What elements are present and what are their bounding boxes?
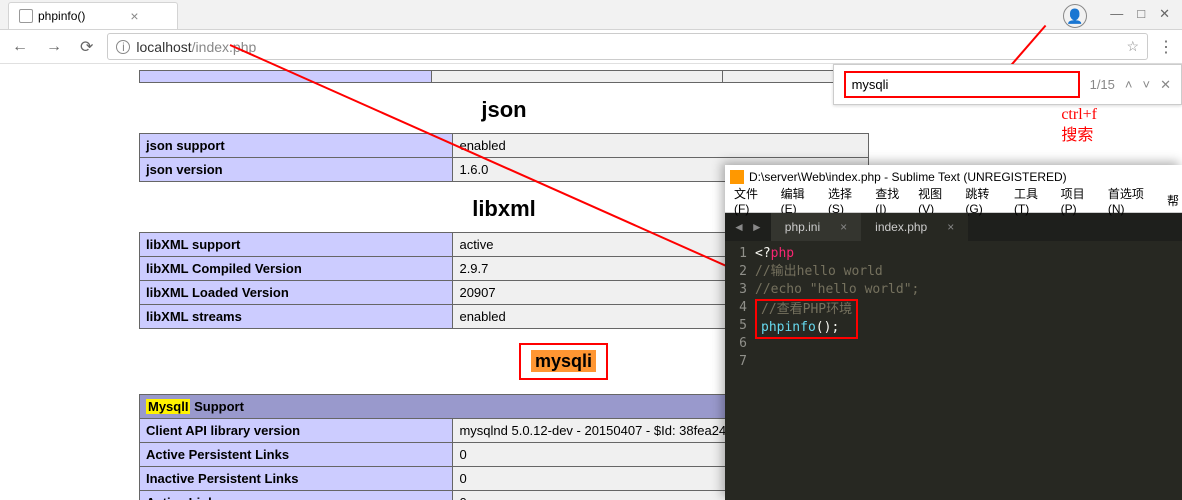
- sublime-icon: [730, 170, 744, 184]
- section-json-header: json: [139, 97, 869, 123]
- code-area[interactable]: <?php //输出hello world //echo "hello worl…: [755, 245, 1182, 371]
- reload-button[interactable]: ⟳: [76, 37, 97, 57]
- code-highlight-box: //查看PHP环境phpinfo();: [755, 299, 858, 339]
- sublime-menubar: 文件(F) 编辑(E) 选择(S) 查找(I) 视图(V) 跳转(G) 工具(T…: [725, 189, 1182, 213]
- find-input-highlight: [844, 71, 1080, 98]
- close-tab-icon[interactable]: ×: [840, 220, 847, 234]
- forward-button[interactable]: →: [42, 38, 66, 56]
- menu-help[interactable]: 帮: [1164, 190, 1182, 211]
- maximize-button[interactable]: □: [1137, 6, 1145, 22]
- tab-nav-back-icon[interactable]: ◄: [733, 220, 745, 234]
- url-text: localhost/index.php: [136, 39, 1120, 55]
- close-button[interactable]: ✕: [1159, 6, 1170, 22]
- browser-tab-bar: phpinfo() ×: [0, 0, 1182, 30]
- menu-prefs[interactable]: 首选项(N): [1105, 183, 1160, 218]
- page-icon: [19, 9, 33, 23]
- sublime-tab-phpini[interactable]: php.ini ×: [771, 213, 861, 241]
- find-next-icon[interactable]: ˅: [1143, 77, 1151, 92]
- menu-project[interactable]: 项目(P): [1058, 183, 1101, 218]
- tab-nav-fwd-icon[interactable]: ►: [751, 220, 763, 234]
- profile-icon[interactable]: 👤: [1063, 4, 1087, 28]
- close-tab-icon[interactable]: ×: [130, 8, 138, 24]
- menu-goto[interactable]: 跳转(G): [962, 183, 1007, 218]
- line-gutter: 1234567: [725, 245, 755, 371]
- site-info-icon[interactable]: i: [116, 40, 130, 54]
- address-bar: ← → ⟳ i localhost/index.php ☆ ⋮: [0, 30, 1182, 64]
- sublime-title-text: D:\server\Web\index.php - Sublime Text (…: [749, 170, 1067, 184]
- sublime-tab-nav: ◄ ►: [725, 213, 771, 241]
- find-count: 1/15: [1090, 77, 1115, 92]
- window-controls: — □ ✕: [1110, 6, 1170, 22]
- find-prev-icon[interactable]: ˄: [1125, 77, 1133, 92]
- menu-tools[interactable]: 工具(T): [1011, 183, 1054, 218]
- table-row-cut: [139, 70, 869, 83]
- close-tab-icon[interactable]: ×: [947, 220, 954, 234]
- sublime-editor[interactable]: 1234567 <?php //输出hello world //echo "he…: [725, 241, 1182, 371]
- sublime-tab-index[interactable]: index.php ×: [861, 213, 968, 241]
- mysqli-highlight-box: mysqli: [519, 343, 608, 380]
- minimize-button[interactable]: —: [1110, 6, 1123, 22]
- find-close-icon[interactable]: ✕: [1160, 77, 1171, 93]
- annotation-ctrlf: ctrl+f 搜索: [1061, 105, 1097, 147]
- find-in-page-bar: 1/15 ˄ ˅ ✕: [833, 64, 1182, 105]
- table-row: json supportenabled: [140, 134, 869, 158]
- back-button[interactable]: ←: [8, 38, 32, 56]
- bookmark-star-icon[interactable]: ☆: [1126, 38, 1139, 55]
- browser-tab[interactable]: phpinfo() ×: [8, 2, 178, 29]
- sublime-text-window: D:\server\Web\index.php - Sublime Text (…: [725, 165, 1182, 500]
- url-field[interactable]: i localhost/index.php ☆: [107, 33, 1148, 60]
- find-input[interactable]: [852, 77, 1028, 92]
- tab-title: phpinfo(): [38, 9, 85, 23]
- menu-icon[interactable]: ⋮: [1158, 37, 1174, 57]
